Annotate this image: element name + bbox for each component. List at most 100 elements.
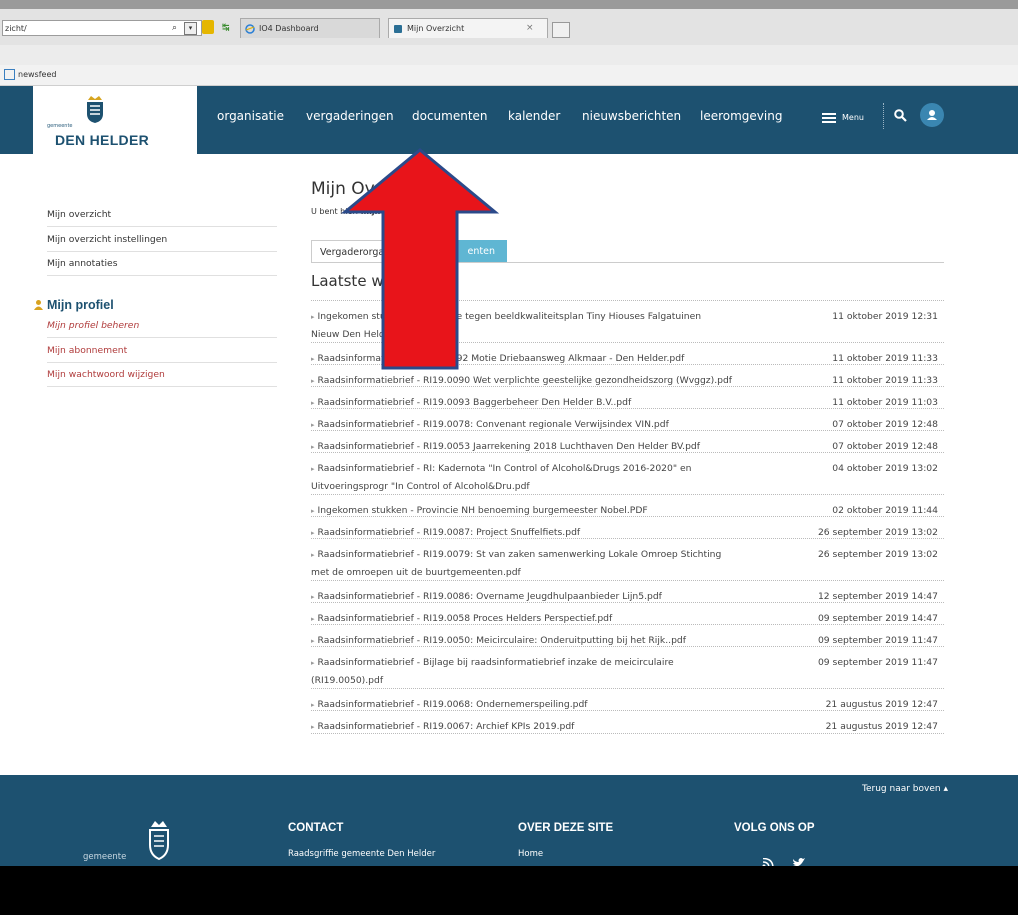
- dropdown-arrow-icon[interactable]: ▾: [184, 22, 197, 35]
- tab-io4-dashboard[interactable]: IO4 Dashboard: [240, 18, 380, 38]
- list-item[interactable]: ▸ Raadsinformatiebrief - RI19.0067: Archi…: [311, 710, 944, 734]
- nav-documenten[interactable]: documenten: [412, 109, 488, 123]
- list-item[interactable]: ▸ Raadsinformatiebrief - RI19.0050: Meici…: [311, 624, 944, 646]
- bullet-icon: ▸: [311, 421, 315, 429]
- nav-nieuwsberichten[interactable]: nieuwsberichten: [582, 109, 681, 123]
- list-item[interactable]: ▸ Raadsinformatiebrief - RI19.0093 Bagger…: [311, 386, 944, 408]
- chevron-up-icon: ▴: [943, 784, 948, 794]
- item-date: 09 september 2019 11:47: [817, 657, 938, 668]
- list-item[interactable]: ▸ Raadsinformatiebrief - RI19.0079: St va…: [311, 538, 944, 579]
- footer-about-heading: OVER DEZE SITE: [518, 822, 614, 834]
- list-item[interactable]: ▸ Ingekomen stukken - Provincie NH benoem…: [311, 494, 944, 516]
- back-to-top-label: Terug naar boven: [862, 784, 941, 794]
- item-title[interactable]: Raadsinformatiebrief - RI19.0068: Ondern…: [318, 699, 588, 710]
- item-title-line2[interactable]: met de omroepen uit de buurtgemeenten.pd…: [311, 567, 521, 578]
- item-title[interactable]: Raadsinformatiebrief - RI19.0093 Baggerb…: [318, 397, 632, 408]
- item-title[interactable]: Raadsinformatiebrief - RI: Kadernota "In…: [318, 463, 692, 474]
- item-title[interactable]: Raadsinformatiebrief - Bijlage bij raads…: [318, 657, 674, 668]
- nav-organisatie[interactable]: organisatie: [217, 109, 284, 123]
- nav-vergaderingen[interactable]: vergaderingen: [306, 109, 394, 123]
- hamburger-icon[interactable]: [822, 113, 836, 115]
- sidebar-item-mijn-annotaties[interactable]: Mijn annotaties: [47, 258, 118, 269]
- logo-subtitle: gemeente: [47, 123, 73, 129]
- item-title[interactable]: Raadsinformatiebrief - RI19.0050: Meicir…: [318, 635, 686, 646]
- tab-label: IO4 Dashboard: [259, 24, 319, 33]
- divider: [47, 226, 277, 227]
- bullet-icon: ▸: [311, 355, 315, 363]
- back-to-top-link[interactable]: Terug naar boven ▴: [862, 784, 948, 794]
- item-title[interactable]: Raadsinformatiebrief - RI19.0079: St van…: [318, 549, 722, 560]
- bullet-icon: ▸: [311, 615, 315, 623]
- list-item[interactable]: ▸ Raadsinformatiebrief - RI: Kadernota "I…: [311, 452, 944, 493]
- nav-kalender[interactable]: kalender: [508, 109, 560, 123]
- favorites-bar: newsfeed: [0, 65, 1018, 86]
- bullet-icon: ▸: [311, 465, 315, 473]
- red-arrow-annotation: [340, 148, 500, 370]
- screen-bottom-bar: [0, 866, 1018, 915]
- divider: [47, 337, 277, 338]
- browser-menu-bar: [0, 45, 1018, 66]
- logo-name: DEN HELDER: [55, 132, 150, 148]
- tab-mijn-overzicht[interactable]: Mijn Overzicht: [388, 18, 548, 38]
- sidebar-item-profiel-beheren[interactable]: Mijn profiel beheren: [47, 320, 139, 331]
- nav-leeromgeving[interactable]: leeromgeving: [700, 109, 782, 123]
- bullet-icon: ▸: [311, 377, 315, 385]
- item-title[interactable]: Raadsinformatiebrief - RI19.0053 Jaarrek…: [318, 441, 700, 452]
- new-tab-button[interactable]: [552, 22, 570, 38]
- lock-icon[interactable]: [202, 20, 214, 34]
- item-title[interactable]: Raadsinformatiebrief - RI19.0087: Projec…: [318, 527, 581, 538]
- bullet-icon: ▸: [311, 701, 315, 709]
- sidebar-item-mijn-overzicht[interactable]: Mijn overzicht: [47, 209, 111, 220]
- page-icon: [4, 69, 15, 80]
- list-item[interactable]: ▸ Raadsinformatiebrief - RI19.0086: Overn…: [311, 580, 944, 602]
- bullet-icon: ▸: [311, 637, 315, 645]
- window-top-bar: [0, 0, 1018, 9]
- close-tab-icon[interactable]: ×: [526, 18, 534, 38]
- bullet-icon: ▸: [311, 313, 315, 321]
- list-item[interactable]: ▸ Raadsinformatiebrief - RI19.0053 Jaarre…: [311, 430, 944, 452]
- item-title[interactable]: Raadsinformatiebrief - RI19.0067: Archie…: [318, 721, 575, 732]
- crest-icon: [149, 821, 169, 861]
- bullet-icon: ▸: [311, 593, 315, 601]
- list-item[interactable]: ▸ Raadsinformatiebrief - RI19.0068: Onder…: [311, 688, 944, 710]
- sidebar-item-mijn-overzicht-instellingen[interactable]: Mijn overzicht instellingen: [47, 234, 167, 245]
- menu-button[interactable]: Menu: [842, 113, 864, 122]
- user-icon: [34, 300, 43, 310]
- crest-icon: [87, 96, 103, 123]
- bullet-icon: ▸: [311, 507, 315, 515]
- bullet-icon: ▸: [311, 399, 315, 407]
- item-title[interactable]: Ingekomen stukken - Provincie NH benoemi…: [318, 505, 648, 516]
- refresh-icon[interactable]: ↹: [222, 20, 230, 36]
- divider: [47, 386, 277, 387]
- item-title[interactable]: Raadsinformatiebrief - RI19.0078: Conven…: [318, 419, 669, 430]
- item-title-line2[interactable]: (RI19.0050).pdf: [311, 675, 383, 686]
- sidebar-item-wachtwoord-wijzigen[interactable]: Mijn wachtwoord wijzigen: [47, 369, 165, 380]
- item-date: 21 augustus 2019 12:47: [825, 721, 938, 732]
- list-item[interactable]: ▸ Raadsinformatiebrief - RI19.0087: Proje…: [311, 516, 944, 538]
- nav-divider: [883, 103, 884, 129]
- list-item[interactable]: ▸ Raadsinformatiebrief - Bijlage bij raad…: [311, 646, 944, 687]
- user-account-button[interactable]: [920, 103, 944, 127]
- sidebar-item-abonnement[interactable]: Mijn abonnement: [47, 345, 127, 356]
- item-title[interactable]: Raadsinformatiebrief - RI19.0090 Wet ver…: [318, 375, 733, 386]
- list-item[interactable]: ▸ Raadsinformatiebrief - RI19.0078: Conve…: [311, 408, 944, 430]
- search-icon[interactable]: ⌕: [172, 20, 177, 36]
- footer-contact-heading: CONTACT: [288, 822, 344, 834]
- footer-home-link[interactable]: Home: [518, 849, 543, 859]
- divider: [47, 275, 277, 276]
- profile-heading: Mijn profiel: [47, 298, 114, 312]
- user-icon: [927, 110, 937, 120]
- item-title-line2[interactable]: Uitvoeringsprogr "In Control of Alcohol&…: [311, 481, 530, 492]
- item-title[interactable]: Raadsinformatiebrief - RI19.0058 Proces …: [318, 613, 613, 624]
- search-icon[interactable]: [894, 109, 907, 122]
- favorites-item-newsfeed[interactable]: newsfeed: [18, 70, 56, 79]
- bullet-icon: ▸: [311, 443, 315, 451]
- divider: [47, 251, 277, 252]
- list-item[interactable]: ▸ Raadsinformatiebrief - RI19.0058 Proces…: [311, 602, 944, 624]
- divider: [47, 362, 277, 363]
- site-logo[interactable]: gemeente DEN HELDER: [33, 86, 197, 158]
- item-date: 11 oktober 2019 12:31: [832, 311, 938, 322]
- ie-icon: [245, 24, 255, 34]
- bullet-icon: ▸: [311, 659, 315, 667]
- item-title[interactable]: Raadsinformatiebrief - RI19.0086: Overna…: [318, 591, 662, 602]
